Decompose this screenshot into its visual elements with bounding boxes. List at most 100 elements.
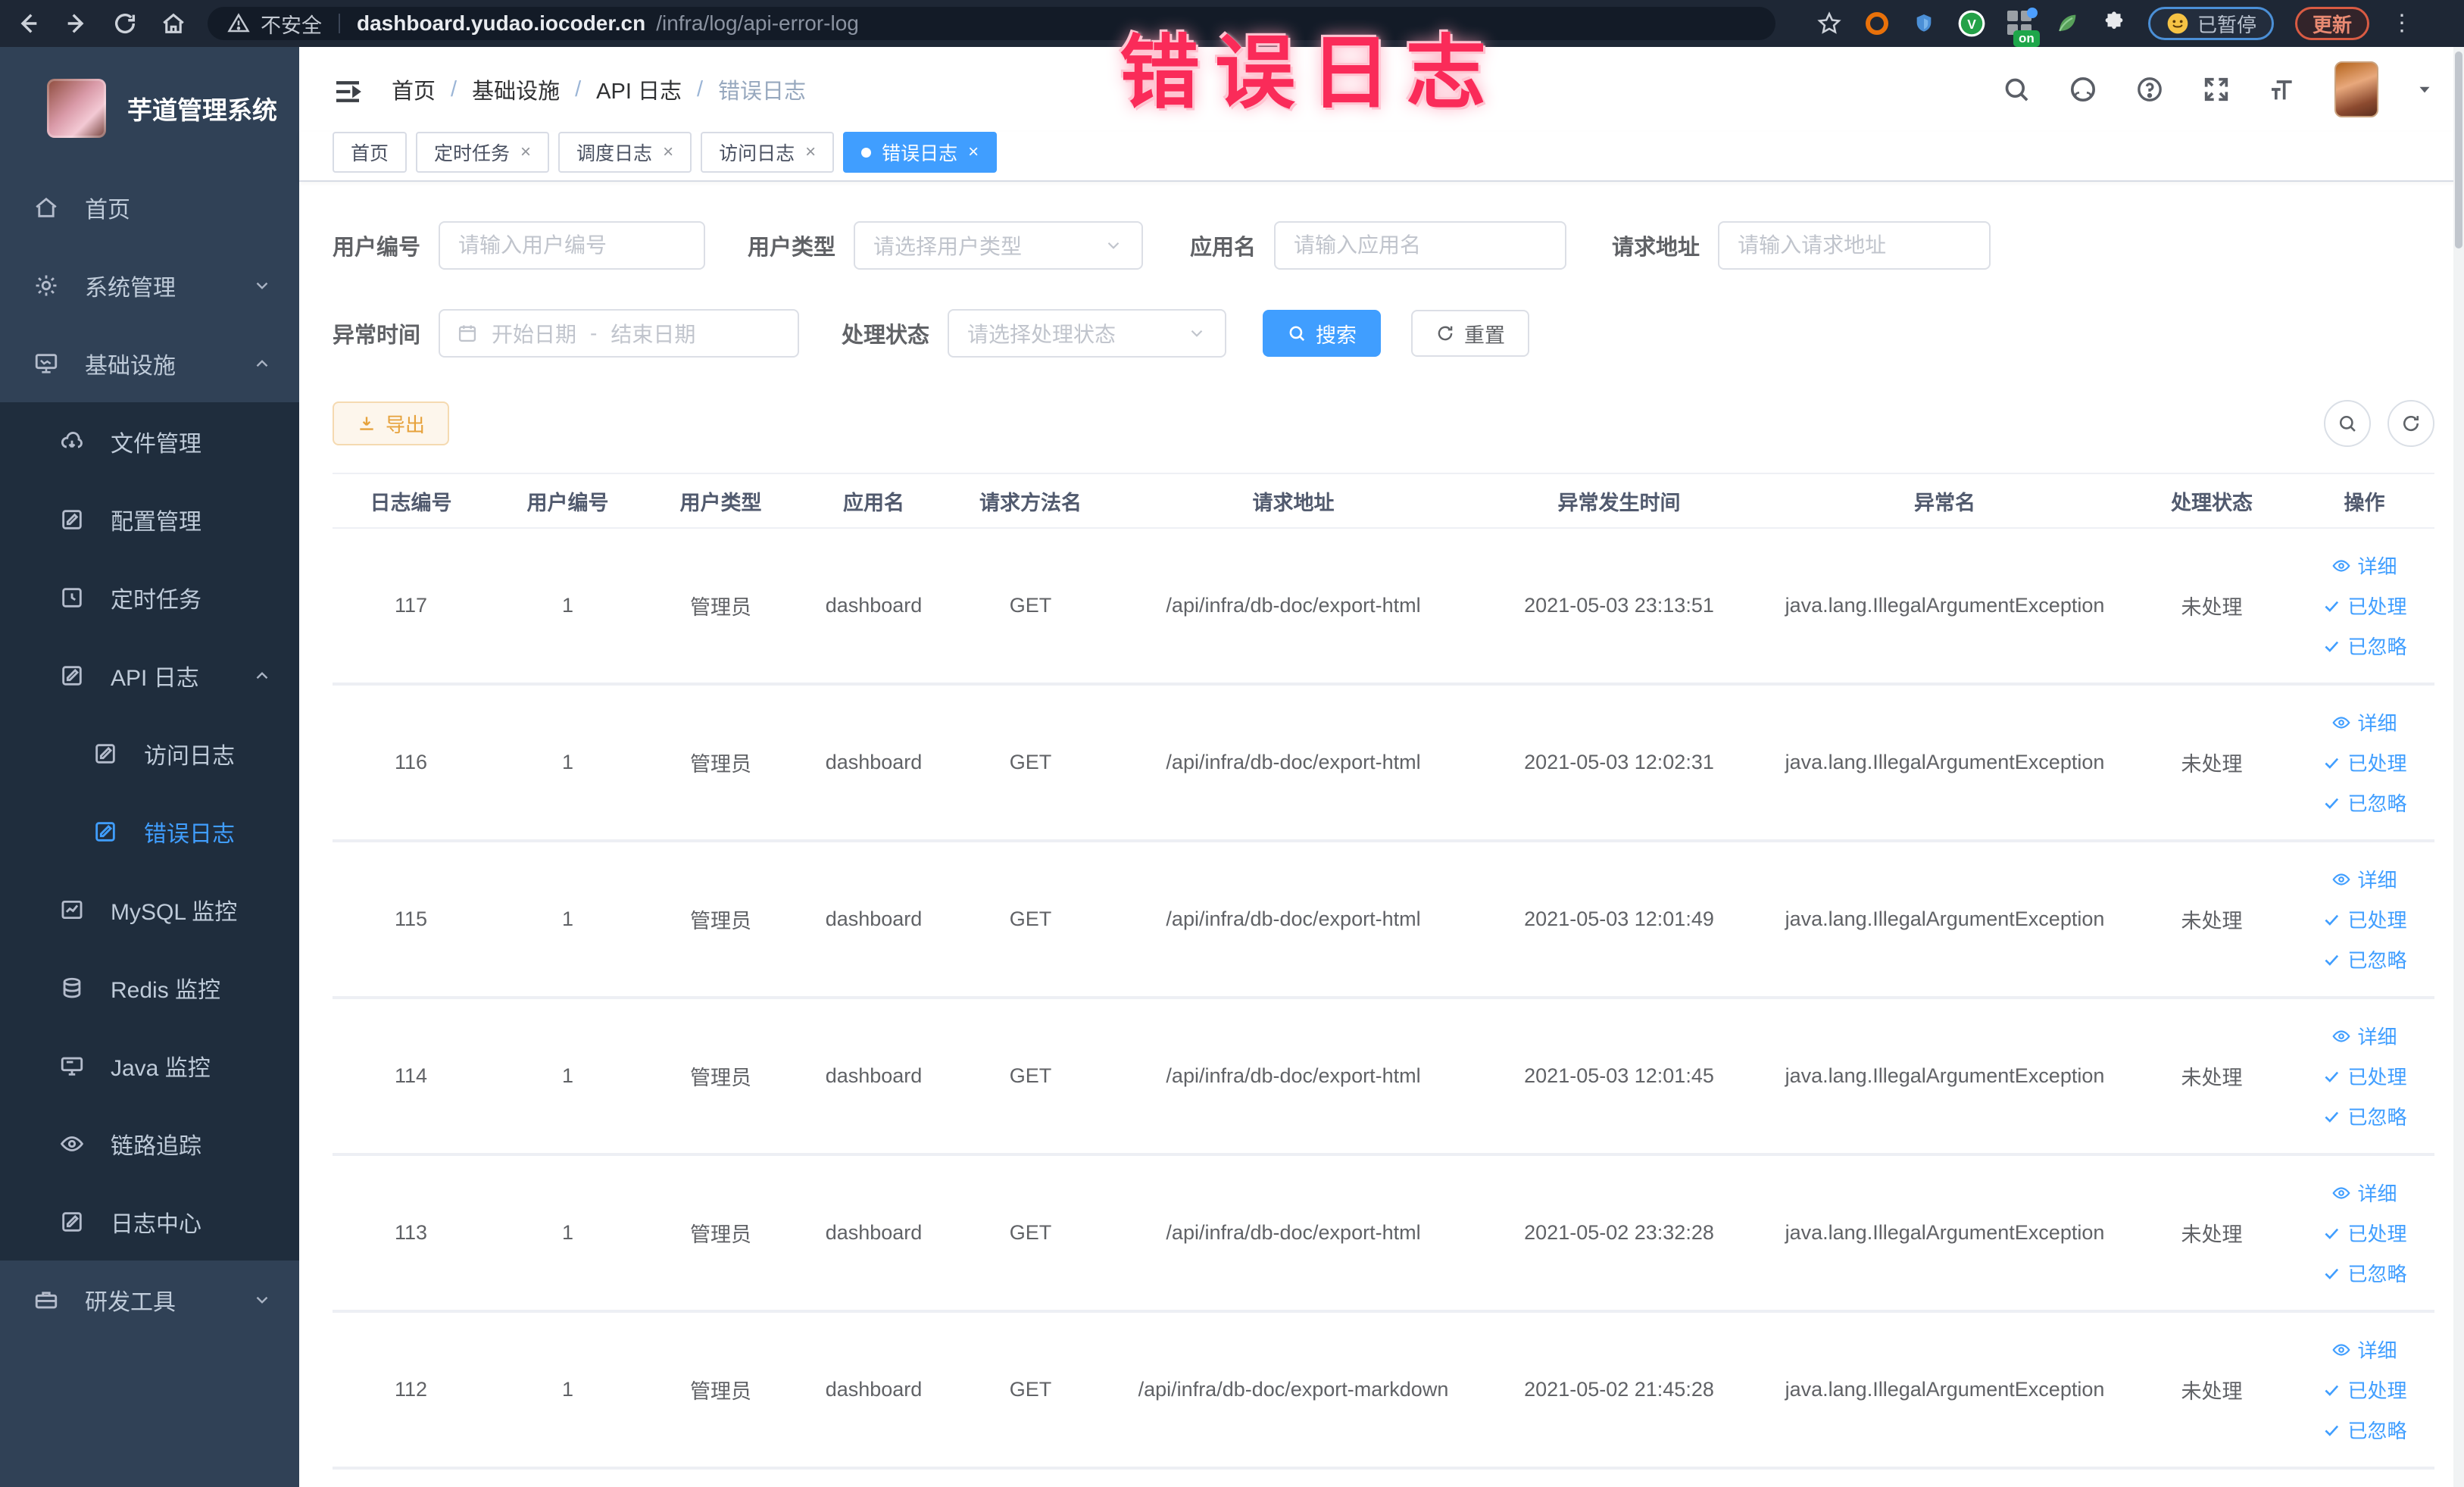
- processed-link[interactable]: 已处理: [2322, 1376, 2407, 1404]
- toggle-search-button[interactable]: [2324, 400, 2371, 447]
- browser-menu-icon[interactable]: ⋮: [2391, 12, 2413, 35]
- user-avatar[interactable]: [2334, 61, 2378, 117]
- cell-url: /api/infra/db-doc/export-html: [1166, 594, 1421, 617]
- filter-row-1: 用户编号 用户类型 请选择用户类型 应用名 请求地址: [333, 221, 2434, 270]
- exception-time-range-picker[interactable]: 开始日期 - 结束日期: [439, 309, 800, 358]
- detail-link[interactable]: 详细: [2331, 1022, 2397, 1050]
- sidebar-item-system-manage[interactable]: 系统管理: [0, 246, 299, 324]
- sidebar-item-infrastructure[interactable]: 基础设施: [0, 324, 299, 402]
- search-button[interactable]: 搜索: [1263, 310, 1382, 357]
- chevron-down-icon: [252, 276, 272, 295]
- ignored-link[interactable]: 已忽略: [2322, 1102, 2407, 1130]
- col-user-id: 用户编号: [526, 491, 609, 514]
- cell-log-id: 113: [394, 1221, 428, 1244]
- process-status-select[interactable]: 请选择处理状态: [948, 309, 1227, 358]
- font-size-icon[interactable]: [2268, 74, 2298, 105]
- tab-access-log[interactable]: 访问日志 ×: [701, 132, 835, 173]
- sidebar-item-home[interactable]: 首页: [0, 168, 299, 246]
- tab-error-log[interactable]: 错误日志 ×: [843, 132, 998, 173]
- profile-paused-button[interactable]: 已暂停: [2148, 7, 2275, 40]
- extension-orange-icon[interactable]: [1863, 10, 1891, 37]
- breadcrumb-item[interactable]: 首页: [392, 73, 436, 105]
- sidebar-item-api-log[interactable]: API 日志: [0, 636, 299, 714]
- cell-exception: java.lang.IllegalArgumentException: [1785, 594, 2105, 617]
- sidebar-item-mysql-monitor[interactable]: MySQL 监控: [0, 870, 299, 948]
- forward-icon[interactable]: [62, 9, 91, 38]
- col-actions: 操作: [2344, 491, 2385, 514]
- extension-leaf-icon[interactable]: [2054, 11, 2080, 36]
- processed-link[interactable]: 已处理: [2322, 1062, 2407, 1090]
- close-icon[interactable]: ×: [805, 143, 816, 161]
- sidebar-item-log-center[interactable]: 日志中心: [0, 1182, 299, 1261]
- processed-link[interactable]: 已处理: [2322, 905, 2407, 933]
- ignored-link[interactable]: 已忽略: [2322, 1416, 2407, 1444]
- ignored-link[interactable]: 已忽略: [2322, 632, 2407, 660]
- close-icon[interactable]: ×: [520, 143, 531, 161]
- detail-link[interactable]: 详细: [2331, 551, 2397, 579]
- sidebar-item-trace[interactable]: 链路追踪: [0, 1104, 299, 1182]
- menu-fold-icon[interactable]: [333, 77, 363, 102]
- tab-scheduled-job[interactable]: 定时任务 ×: [416, 132, 550, 173]
- mysql-monitor-icon: [59, 897, 85, 923]
- address-bar[interactable]: 不安全 dashboard.yudao.iocoder.cn/infra/log…: [208, 7, 1775, 40]
- detail-link[interactable]: 详细: [2331, 708, 2397, 736]
- back-icon[interactable]: [14, 9, 42, 38]
- sidebar-item-config-manage[interactable]: 配置管理: [0, 480, 299, 558]
- scrollbar-thumb[interactable]: [2455, 52, 2462, 248]
- tab-dispatch-log[interactable]: 调度日志 ×: [558, 132, 692, 173]
- processed-link[interactable]: 已处理: [2322, 748, 2407, 776]
- ignored-link[interactable]: 已忽略: [2322, 789, 2407, 817]
- ignored-link[interactable]: 已忽略: [2322, 945, 2407, 973]
- sidebar-item-error-log[interactable]: 错误日志: [0, 792, 299, 870]
- processed-link[interactable]: 已处理: [2322, 1219, 2407, 1247]
- reload-icon[interactable]: [111, 9, 139, 38]
- update-button[interactable]: 更新: [2295, 7, 2370, 40]
- sidebar-item-redis-monitor[interactable]: Redis 监控: [0, 948, 299, 1026]
- close-icon[interactable]: ×: [968, 143, 979, 161]
- cell-log-id: 112: [394, 1378, 428, 1401]
- chevron-up-icon: [252, 354, 272, 373]
- app-logo-row[interactable]: 芋道管理系统: [0, 47, 299, 168]
- request-url-input[interactable]: [1718, 221, 1991, 270]
- help-icon[interactable]: [2135, 74, 2165, 105]
- cell-user-id: 1: [561, 1221, 574, 1244]
- bookmark-star-icon[interactable]: [1816, 11, 1842, 36]
- table-row: 112 1 管理员 dashboard GET /api/infra/db-do…: [333, 1313, 2434, 1470]
- home-nav-icon[interactable]: [159, 9, 188, 38]
- breadcrumb-item[interactable]: API 日志: [596, 73, 682, 105]
- extension-green-v-icon[interactable]: V: [1957, 9, 1986, 38]
- reset-button[interactable]: 重置: [1411, 310, 1530, 357]
- ignored-link[interactable]: 已忽略: [2322, 1259, 2407, 1287]
- sidebar-item-scheduled-job[interactable]: 定时任务: [0, 558, 299, 636]
- cell-method: GET: [1009, 594, 1052, 617]
- export-button[interactable]: 导出: [333, 401, 450, 445]
- fullscreen-icon[interactable]: [2201, 74, 2231, 105]
- extensions-puzzle-icon[interactable]: [2101, 11, 2127, 36]
- processed-link[interactable]: 已处理: [2322, 592, 2407, 620]
- refresh-table-button[interactable]: [2387, 400, 2434, 447]
- user-id-input[interactable]: [439, 221, 706, 270]
- app-name-input[interactable]: [1274, 221, 1567, 270]
- tab-home[interactable]: 首页: [333, 132, 408, 173]
- github-icon[interactable]: [2068, 74, 2098, 105]
- user-type-select[interactable]: 请选择用户类型: [854, 221, 1144, 270]
- eye-icon: [2332, 1343, 2351, 1356]
- sidebar-item-devtools[interactable]: 研发工具: [0, 1261, 299, 1339]
- detail-link[interactable]: 详细: [2331, 865, 2397, 893]
- table-row: 116 1 管理员 dashboard GET /api/infra/db-do…: [333, 686, 2434, 842]
- detail-link[interactable]: 详细: [2331, 1335, 2397, 1364]
- breadcrumb-item[interactable]: 基础设施: [472, 73, 560, 105]
- extension-shield-icon[interactable]: [1912, 11, 1936, 36]
- sidebar-item-file-manage[interactable]: 文件管理: [0, 402, 299, 480]
- sidebar-item-java-monitor[interactable]: Java 监控: [0, 1026, 299, 1104]
- error-log-icon: [92, 819, 118, 845]
- detail-link[interactable]: 详细: [2331, 1179, 2397, 1207]
- error-log-table: 日志编号 用户编号 用户类型 应用名 请求方法名 请求地址 异常发生时间 异常名…: [333, 473, 2434, 1470]
- sidebar-item-access-log[interactable]: 访问日志: [0, 714, 299, 792]
- avatar-caret-icon[interactable]: [2415, 80, 2434, 99]
- tab-label: 访问日志: [719, 143, 795, 164]
- breadcrumb-separator: /: [451, 77, 458, 102]
- close-icon[interactable]: ×: [663, 143, 673, 161]
- extension-grid-icon[interactable]: on: [2007, 8, 2040, 47]
- search-icon[interactable]: [2001, 74, 2031, 105]
